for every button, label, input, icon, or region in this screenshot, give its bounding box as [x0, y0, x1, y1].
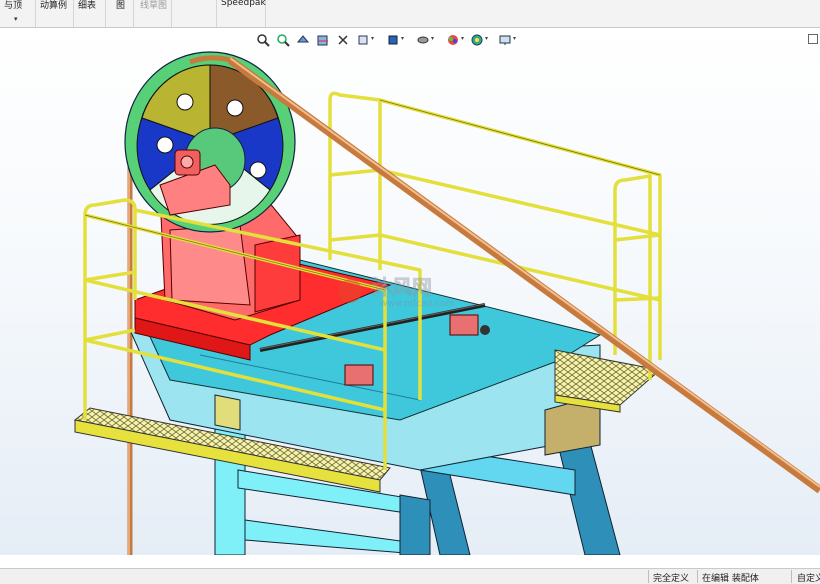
ribbon-item-label: 细表: [78, 1, 97, 11]
ribbon-spacer: [172, 0, 216, 27]
chevron-down-icon[interactable]: ▾: [371, 35, 374, 42]
ribbon-item-drawing[interactable]: 图: [106, 0, 134, 27]
zoom-to-fit-icon[interactable]: [256, 32, 270, 47]
ribbon-item-flush[interactable]: 与顶 ▾: [0, 0, 36, 27]
ribbon-item-label: 图: [116, 1, 126, 11]
graphics-viewport[interactable]: 沐风网 www.mfcad.com ▾ ▾ ▾ ▾ ▾ ▾: [0, 28, 820, 555]
section-view-icon[interactable]: [316, 32, 330, 46]
ribbon-item-label: 与顶: [4, 1, 23, 11]
status-bar: 完全定义 在编辑 装配体 自定义: [0, 568, 820, 584]
chevron-down-icon[interactable]: ▾: [513, 35, 516, 42]
view-settings-icon[interactable]: [470, 32, 484, 46]
ribbon-item-speedpak[interactable]: Speedpak: [216, 0, 266, 27]
ribbon-item-label: Speedpak: [221, 0, 266, 8]
ribbon-item-bom[interactable]: 细表: [74, 0, 106, 27]
chevron-down-icon[interactable]: ▾: [14, 15, 18, 23]
monitor-icon[interactable]: [498, 32, 512, 46]
status-separator: [697, 570, 698, 583]
status-editing: 在编辑 装配体: [702, 574, 759, 584]
display-style-icon[interactable]: [356, 32, 370, 46]
assembly-model[interactable]: 沐风网 www.mfcad.com: [0, 28, 820, 555]
view-orientation-icon[interactable]: [336, 32, 350, 46]
ribbon-item-label: 线草图: [140, 1, 168, 11]
chevron-down-icon[interactable]: ▾: [485, 35, 488, 42]
watermark-brand: 沐风网: [372, 275, 432, 299]
edit-appearance-icon[interactable]: [416, 32, 430, 46]
chevron-down-icon[interactable]: ▾: [461, 35, 464, 42]
ribbon-item-sketch[interactable]: 线草图: [134, 0, 172, 27]
command-manager-ribbon: 与顶 ▾ 动算例 细表 图 线草图 Speedpak: [0, 0, 820, 28]
chevron-down-icon[interactable]: ▾: [431, 35, 434, 42]
restore-window-icon[interactable]: [808, 34, 818, 44]
previous-view-icon[interactable]: [296, 32, 310, 46]
hide-show-items-icon[interactable]: [386, 32, 400, 46]
apply-scene-icon[interactable]: [446, 32, 460, 46]
status-separator: [791, 570, 792, 583]
ribbon-item-label: 动算例: [40, 1, 68, 11]
chevron-down-icon[interactable]: ▾: [401, 35, 404, 42]
status-definition: 完全定义: [653, 574, 690, 584]
status-custom[interactable]: 自定义: [797, 571, 820, 584]
viewport-bottom-margin: [0, 555, 820, 568]
heads-up-view-toolbar: ▾ ▾ ▾ ▾ ▾ ▾: [252, 30, 532, 48]
status-separator: [648, 570, 649, 583]
watermark-url: www.mfcad.com: [380, 299, 454, 309]
zoom-to-area-icon[interactable]: [276, 32, 290, 47]
ribbon-item-motion-study[interactable]: 动算例: [36, 0, 74, 27]
